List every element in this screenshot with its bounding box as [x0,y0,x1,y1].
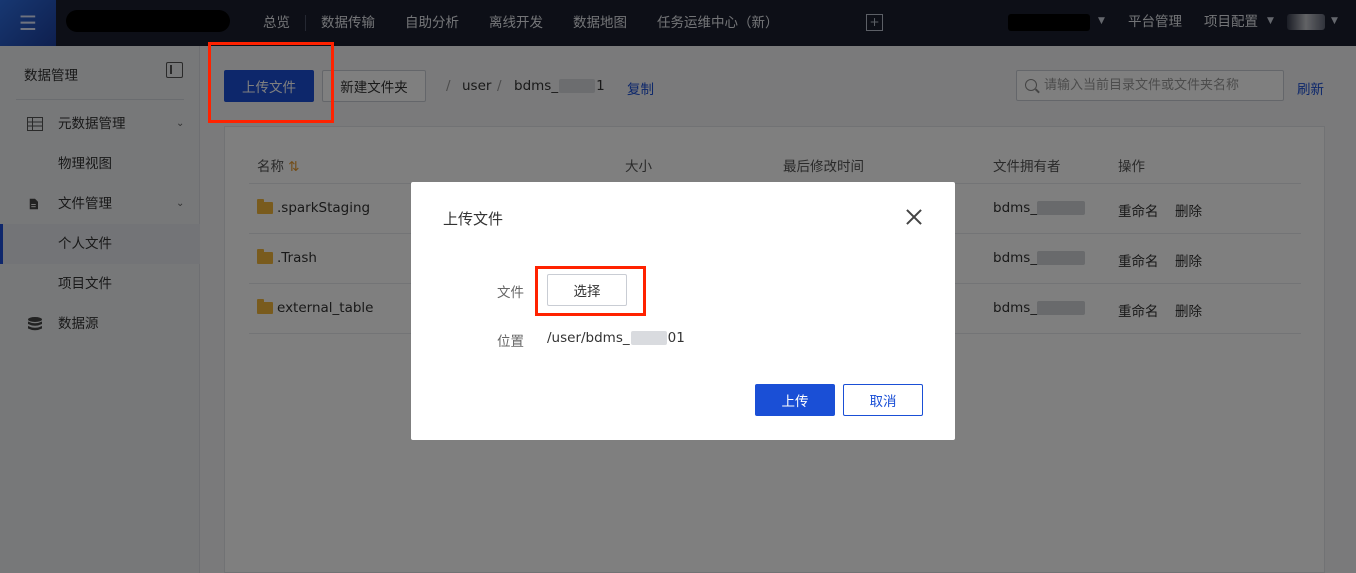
location-label: 位置 [497,334,524,350]
location-prefix: /user/bdms_ [547,330,630,346]
choose-file-button[interactable]: 选择 [547,274,627,306]
upload-button[interactable]: 上传 [755,384,835,416]
dialog-title: 上传文件 [443,210,504,228]
location-suffix: 01 [667,330,685,346]
close-icon[interactable] [905,208,923,226]
file-label: 文件 [497,285,524,301]
cancel-button[interactable]: 取消 [843,384,923,416]
upload-file-dialog: 上传文件 文件 选择 位置 /user/bdms_ 01 上传 取消 [411,182,955,440]
redacted-text [630,331,667,345]
location-value: /user/bdms_ 01 [547,330,685,346]
